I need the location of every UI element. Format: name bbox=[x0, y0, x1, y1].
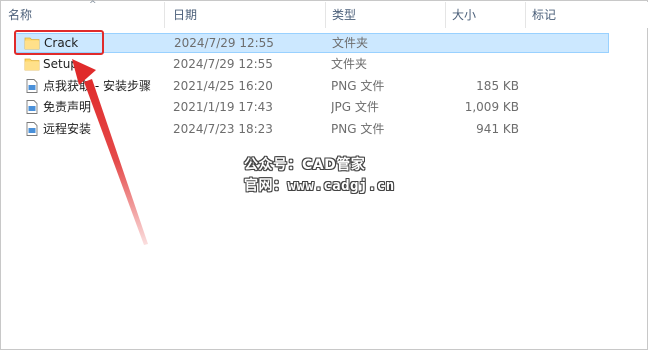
watermark-account: 公众号：CAD管家 bbox=[244, 157, 366, 173]
watermark-website: 官网：www.cadgj.cn bbox=[244, 178, 395, 194]
